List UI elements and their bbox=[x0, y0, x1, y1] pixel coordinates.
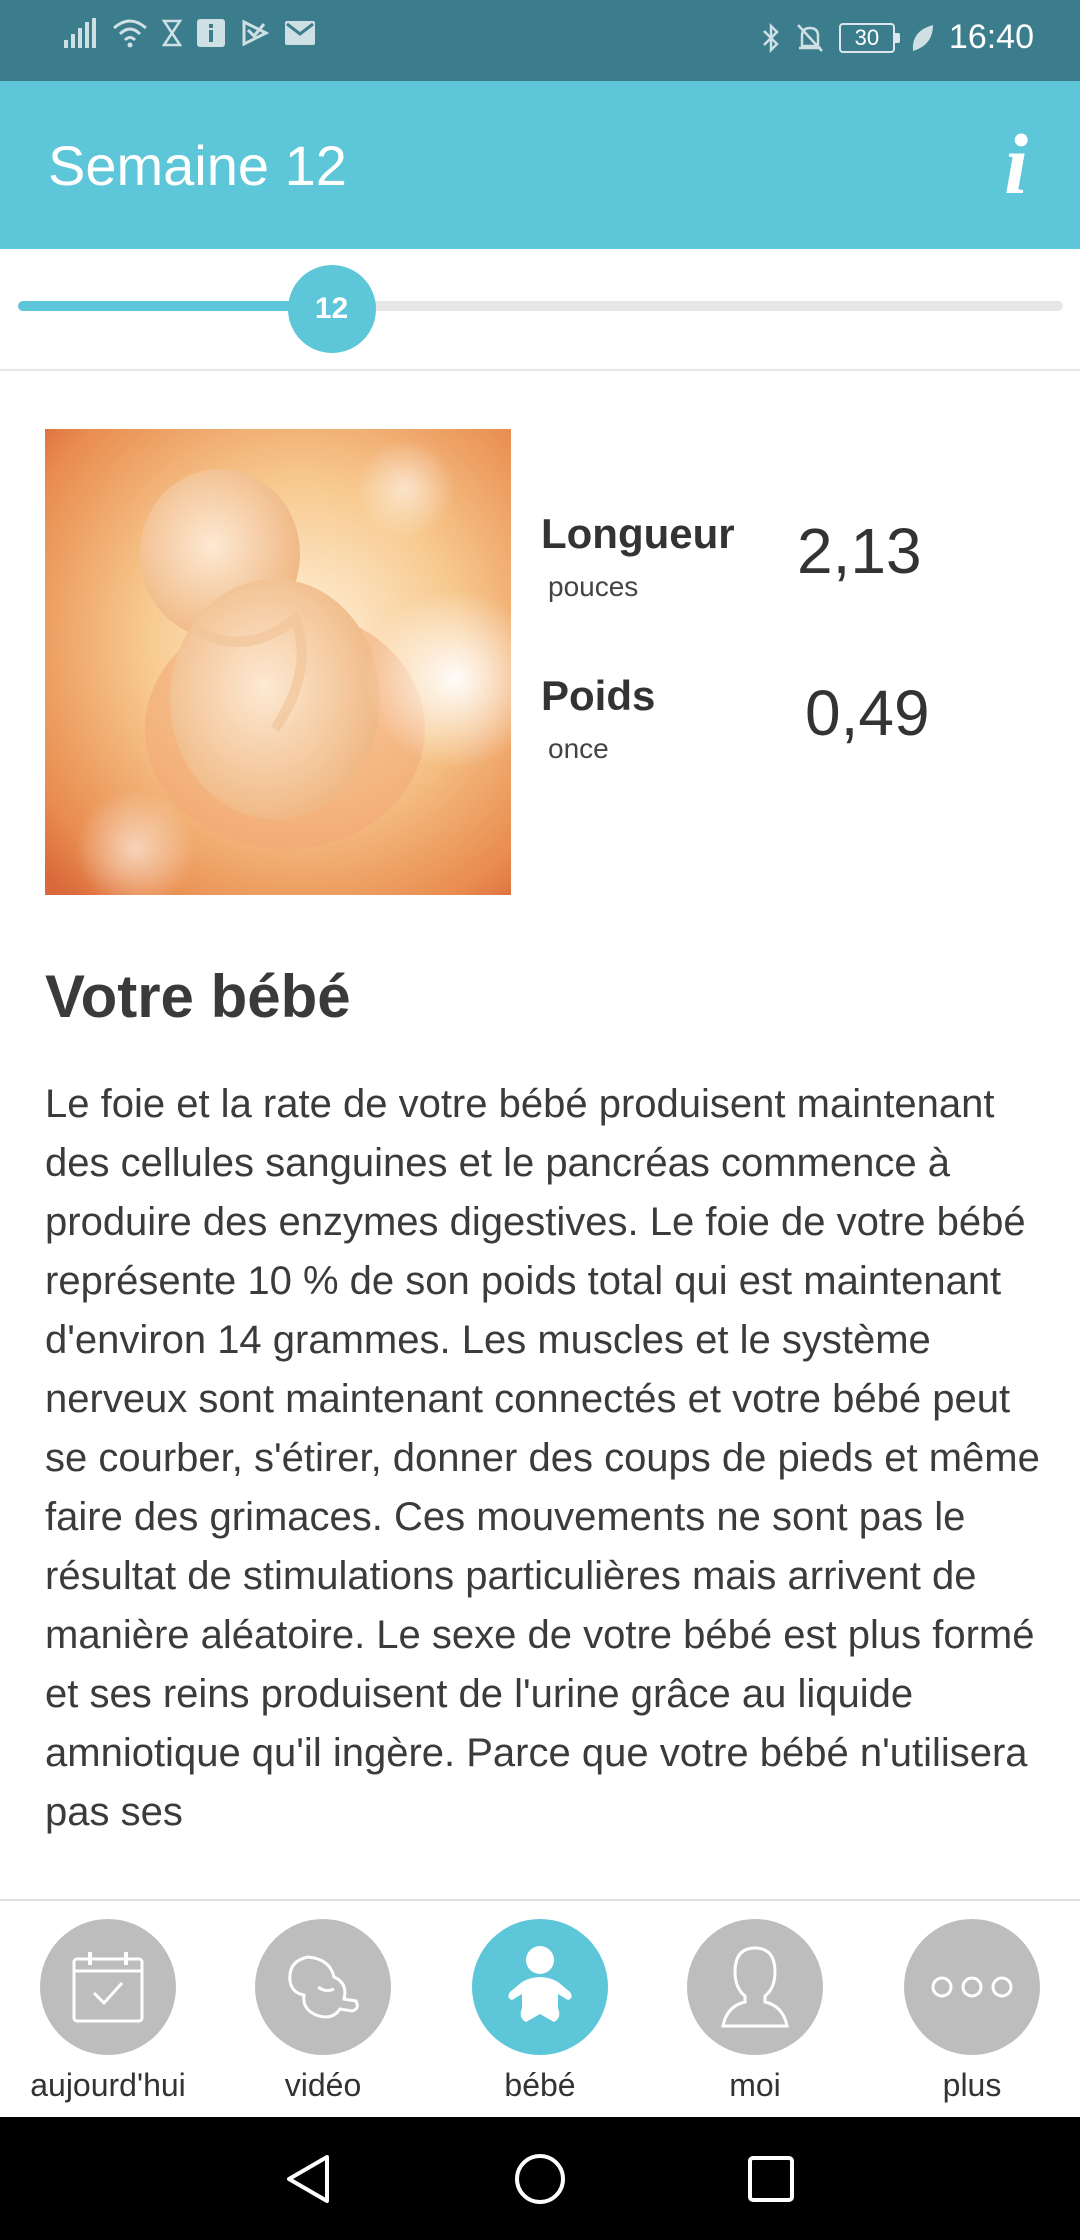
status-right-icons: 30 16:40 bbox=[761, 18, 1034, 57]
length-value: 2,13 bbox=[797, 515, 922, 587]
nav-me-label: moi bbox=[729, 2067, 781, 2103]
nav-baby[interactable]: bébé bbox=[445, 1919, 635, 2104]
nav-today[interactable]: aujourd'hui bbox=[13, 1919, 203, 2104]
hourglass-icon bbox=[162, 19, 182, 47]
nav-baby-label: bébé bbox=[504, 2067, 576, 2103]
section-body: Le foie et la rate de votre bébé produis… bbox=[45, 1082, 1040, 1834]
nav-video-label: vidéo bbox=[284, 2067, 362, 2103]
nav-more-label: plus bbox=[942, 2067, 1002, 2103]
more-dots-icon bbox=[904, 1919, 1040, 2055]
nav-me[interactable]: moi bbox=[660, 1919, 850, 2104]
home-icon[interactable] bbox=[508, 2147, 572, 2211]
weight-value: 0,49 bbox=[805, 677, 930, 749]
page-title: Semaine 12 bbox=[48, 134, 347, 197]
info-notification-icon bbox=[196, 18, 226, 48]
nav-today-label: aujourd'hui bbox=[30, 2067, 186, 2103]
bottom-navigation: aujourd'hui vidéo bébé moi plus bbox=[0, 1899, 1080, 2117]
nav-more[interactable]: plus bbox=[877, 1919, 1067, 2104]
leaf-icon bbox=[909, 23, 935, 53]
signal-icon bbox=[64, 18, 98, 48]
length-unit: pouces bbox=[548, 571, 639, 602]
status-bar: 30 16:40 bbox=[0, 0, 1080, 81]
weight-unit: once bbox=[548, 733, 609, 764]
clock: 16:40 bbox=[948, 18, 1034, 56]
status-left-icons bbox=[64, 18, 316, 48]
weight-label: Poids bbox=[541, 672, 656, 719]
fetus-icon bbox=[255, 1919, 391, 2055]
week-slider: 12 bbox=[0, 249, 1080, 371]
person-icon bbox=[687, 1919, 823, 2055]
section-title: Votre bébé bbox=[45, 963, 351, 1030]
app-bar: Semaine 12 i bbox=[0, 81, 1080, 249]
wifi-icon bbox=[112, 18, 148, 48]
slider-thumb[interactable]: 12 bbox=[287, 265, 376, 353]
play-notification-icon bbox=[240, 18, 270, 48]
battery-icon: 30 bbox=[838, 22, 900, 53]
info-button[interactable]: i bbox=[1004, 121, 1028, 207]
slider-fill bbox=[18, 301, 332, 311]
system-navigation-bar bbox=[0, 2117, 1080, 2240]
bell-off-icon bbox=[795, 22, 825, 54]
baby-icon bbox=[472, 1919, 608, 2055]
nav-video[interactable]: vidéo bbox=[228, 1919, 418, 2104]
bluetooth-icon bbox=[761, 22, 781, 54]
length-label: Longueur bbox=[541, 510, 735, 557]
slider-track[interactable] bbox=[18, 301, 1063, 311]
baby-image bbox=[45, 429, 511, 895]
calendar-check-icon bbox=[40, 1919, 176, 2055]
mail-icon bbox=[284, 20, 316, 46]
recents-icon[interactable] bbox=[739, 2147, 803, 2211]
back-icon[interactable] bbox=[277, 2147, 341, 2211]
